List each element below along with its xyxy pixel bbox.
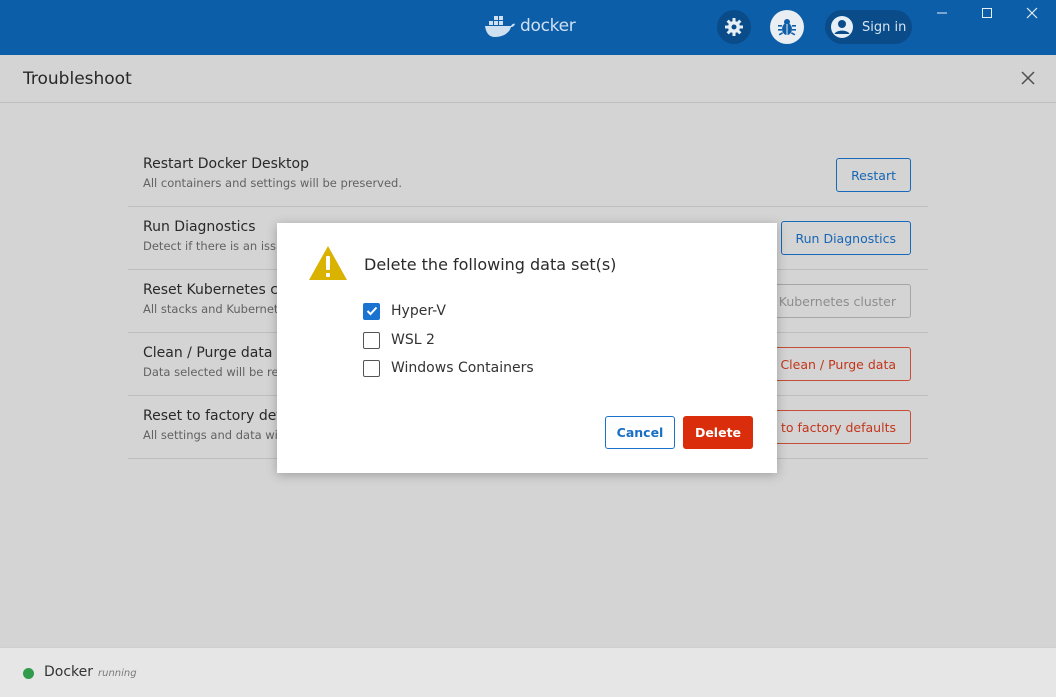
warning-icon: [309, 246, 347, 280]
gear-icon: [725, 18, 743, 36]
brand-text: docker: [520, 16, 576, 36]
bug-icon: [778, 19, 796, 36]
close-icon: [1026, 7, 1038, 19]
status-bar: Docker running: [0, 647, 1056, 697]
dialog-title: Delete the following data set(s): [364, 255, 617, 274]
wsl-2-checkbox[interactable]: [363, 331, 380, 349]
hyper-v-checkbox[interactable]: [363, 302, 380, 320]
option-label: Hyper-V: [391, 303, 446, 319]
status-name: Docker: [44, 664, 94, 680]
window-close-button[interactable]: [1017, 3, 1047, 23]
minimize-button[interactable]: [927, 3, 957, 23]
minimize-icon: [937, 12, 947, 14]
option-windows-containers[interactable]: Windows Containers: [363, 358, 534, 378]
sign-in-button[interactable]: Sign in: [825, 10, 912, 44]
option-label: WSL 2: [391, 332, 435, 348]
troubleshoot-button[interactable]: [770, 10, 804, 44]
title-bar: docker Sign in: [0, 0, 1056, 55]
docker-logo: docker: [484, 14, 576, 38]
checkmark-icon: [366, 306, 377, 316]
sign-in-label: Sign in: [862, 19, 907, 35]
user-avatar-icon: [831, 16, 853, 38]
status-indicator: [23, 668, 34, 679]
settings-button[interactable]: [717, 10, 751, 44]
cancel-button[interactable]: Cancel: [605, 416, 675, 449]
windows-containers-checkbox[interactable]: [363, 359, 380, 377]
option-hyper-v[interactable]: Hyper-V: [363, 301, 446, 321]
option-wsl-2[interactable]: WSL 2: [363, 330, 435, 350]
maximize-icon: [982, 8, 992, 18]
maximize-button[interactable]: [972, 3, 1002, 23]
delete-button[interactable]: Delete: [683, 416, 753, 449]
status-state: running: [98, 668, 137, 679]
option-label: Windows Containers: [391, 360, 534, 376]
docker-whale-icon: [485, 16, 515, 37]
delete-data-dialog: Delete the following data set(s) Hyper-V…: [277, 223, 777, 473]
